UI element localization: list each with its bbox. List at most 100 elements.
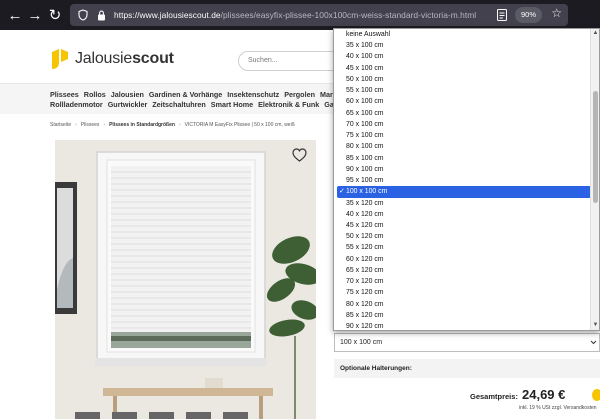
logo-text: Jalousiescout — [75, 50, 174, 68]
dropdown-option[interactable]: 75 x 100 cm — [334, 130, 592, 141]
info-badge-icon[interactable] — [592, 389, 600, 401]
dropdown-scrollbar[interactable]: ▲ ▼ — [590, 29, 599, 330]
size-dropdown-list[interactable]: keine Auswahl 35 x 100 cm 40 x 100 cm 45 x … — [333, 28, 600, 331]
browser-toolbar: ← → ↻ https://www.jalousiescout.de/pliss… — [0, 0, 600, 30]
total-price-label: Gesamtpreis: — [470, 392, 518, 401]
nav-item-rollos[interactable]: Rollos — [84, 90, 106, 99]
nav-item-smart-home[interactable]: Smart Home — [211, 100, 253, 109]
nav-item-pergolen[interactable]: Pergolen — [284, 90, 315, 99]
chevron-right-icon: › — [75, 122, 77, 128]
dropdown-option[interactable]: 65 x 100 cm — [334, 108, 592, 119]
wishlist-heart-icon[interactable] — [292, 148, 307, 162]
dropdown-option[interactable]: 55 x 120 cm — [334, 242, 592, 253]
breadcrumb-plissees[interactable]: Plissees — [81, 122, 100, 128]
size-select-value: 100 x 100 cm — [340, 339, 383, 346]
zoom-level[interactable]: 90% — [514, 7, 542, 23]
nav-item-gardinen[interactable]: Gardinen & Vorhänge — [149, 90, 222, 99]
dropdown-option[interactable]: 85 x 120 cm — [334, 310, 592, 321]
checkmark-icon: ✓ — [339, 188, 345, 196]
dropdown-option-label: 70 x 100 cm — [346, 120, 384, 128]
shield-icon[interactable] — [76, 8, 90, 22]
dropdown-option-label: 85 x 120 cm — [346, 311, 384, 319]
bookmark-star-icon[interactable]: ☆ — [551, 6, 562, 20]
nav-row-1: Plissees Rollos Jalousien Gardinen & Vor… — [50, 90, 347, 99]
dropdown-option[interactable]: 70 x 100 cm — [334, 119, 592, 130]
breadcrumb-home[interactable]: Startseite — [50, 122, 71, 128]
product-image[interactable] — [55, 140, 316, 419]
nav-item-jalousien[interactable]: Jalousien — [111, 90, 144, 99]
dropdown-option-label: 40 x 120 cm — [346, 210, 384, 218]
reader-view-icon[interactable] — [496, 8, 508, 22]
dropdown-option-label: 90 x 120 cm — [346, 323, 384, 331]
nav-row-2: Rollladenmotor Gurtwickler Zeitschaltuhr… — [50, 100, 349, 109]
dropdown-option-label: 75 x 100 cm — [346, 132, 384, 140]
dropdown-option[interactable]: 45 x 100 cm — [334, 63, 592, 74]
breadcrumb: Startseite › Plissees › Plissees in Stan… — [50, 122, 295, 128]
dropdown-option-label: 60 x 120 cm — [346, 255, 384, 263]
dropdown-option[interactable]: 50 x 100 cm — [334, 74, 592, 85]
thumbnail[interactable] — [149, 412, 174, 419]
dropdown-option[interactable]: 80 x 120 cm — [334, 299, 592, 310]
dropdown-option[interactable]: 40 x 100 cm — [334, 51, 592, 62]
scroll-down-icon[interactable]: ▼ — [592, 322, 599, 329]
address-bar[interactable]: https://www.jalousiescout.de/plissees/ea… — [70, 4, 568, 26]
dropdown-option[interactable]: 40 x 120 cm — [334, 209, 592, 220]
nav-item-zeitschaltuhren[interactable]: Zeitschaltuhren — [152, 100, 206, 109]
scroll-up-icon[interactable]: ▲ — [592, 30, 599, 37]
dropdown-option[interactable]: 45 x 120 cm — [334, 220, 592, 231]
dropdown-option-label: 65 x 100 cm — [346, 109, 384, 117]
nav-item-gurtwickler[interactable]: Gurtwickler — [108, 100, 148, 109]
reload-icon[interactable]: ↻ — [44, 4, 66, 26]
scrollbar-thumb[interactable] — [593, 91, 598, 203]
dropdown-option-selected[interactable]: ✓ 100 x 100 cm — [337, 186, 592, 198]
dropdown-option-label: 95 x 100 cm — [346, 177, 384, 185]
thumbnail[interactable] — [112, 412, 137, 419]
dropdown-option-label: 50 x 100 cm — [346, 75, 384, 83]
dropdown-option[interactable]: 90 x 100 cm — [334, 164, 592, 175]
nav-item-plissees[interactable]: Plissees — [50, 90, 79, 99]
size-select[interactable]: 100 x 100 cm — [334, 333, 600, 352]
thumbnail[interactable] — [75, 412, 100, 419]
dropdown-option[interactable]: 60 x 100 cm — [334, 96, 592, 107]
nav-item-elektronik[interactable]: Elektronik & Funk — [258, 100, 319, 109]
dropdown-option-label: 40 x 100 cm — [346, 53, 384, 61]
dropdown-option[interactable]: 50 x 120 cm — [334, 231, 592, 242]
dropdown-option[interactable]: 75 x 120 cm — [334, 287, 592, 298]
dropdown-option-label: 85 x 100 cm — [346, 154, 384, 162]
dropdown-option[interactable]: 95 x 100 cm — [334, 175, 592, 186]
dropdown-option[interactable]: 90 x 120 cm — [334, 321, 592, 331]
nav-item-rollladenmotor[interactable]: Rollladenmotor — [50, 100, 103, 109]
forward-icon[interactable]: → — [24, 4, 46, 26]
dropdown-option[interactable]: 55 x 100 cm — [334, 85, 592, 96]
site-logo[interactable]: Jalousiescout — [50, 48, 174, 70]
search-input[interactable]: Suchen... — [238, 51, 348, 71]
breadcrumb-standard[interactable]: Plissees in Standardgrößen — [109, 122, 175, 128]
logo-mark-icon — [52, 49, 68, 69]
dropdown-option[interactable]: 35 x 120 cm — [334, 198, 592, 209]
page: ← → ↻ https://www.jalousiescout.de/pliss… — [0, 0, 600, 419]
dropdown-option-label: 35 x 120 cm — [346, 199, 384, 207]
chevron-right-icon: › — [103, 122, 106, 128]
thumbnail[interactable] — [223, 412, 248, 419]
dropdown-option-label: 75 x 120 cm — [346, 289, 384, 297]
thumbnail[interactable] — [186, 412, 211, 419]
optional-mounts-section[interactable]: Optionale Halterungen: — [334, 359, 600, 378]
dropdown-option[interactable]: 35 x 100 cm — [334, 40, 592, 51]
back-icon[interactable]: ← — [4, 4, 26, 26]
nav-item-insektenschutz[interactable]: Insektenschutz — [227, 90, 279, 99]
dropdown-option[interactable]: 70 x 120 cm — [334, 276, 592, 287]
dropdown-option-label: 65 x 120 cm — [346, 266, 384, 274]
logo-text-regular: Jalousie — [75, 50, 133, 67]
dropdown-option-label: 80 x 120 cm — [346, 300, 384, 308]
dropdown-option-label: keine Auswahl — [346, 31, 391, 38]
dropdown-option[interactable]: keine Auswahl — [334, 29, 592, 40]
breadcrumb-current: VICTORIA M EasyFix Plissee | 50 x 100 cm… — [184, 122, 295, 128]
image-thumbnails — [75, 412, 248, 419]
dropdown-option[interactable]: 60 x 120 cm — [334, 254, 592, 265]
dropdown-option[interactable]: 65 x 120 cm — [334, 265, 592, 276]
dropdown-option[interactable]: 85 x 100 cm — [334, 153, 592, 164]
blind-pleats — [111, 166, 251, 348]
dropdown-option-label: 45 x 100 cm — [346, 64, 384, 72]
lock-icon[interactable] — [94, 8, 108, 22]
dropdown-option[interactable]: 80 x 100 cm — [334, 141, 592, 152]
